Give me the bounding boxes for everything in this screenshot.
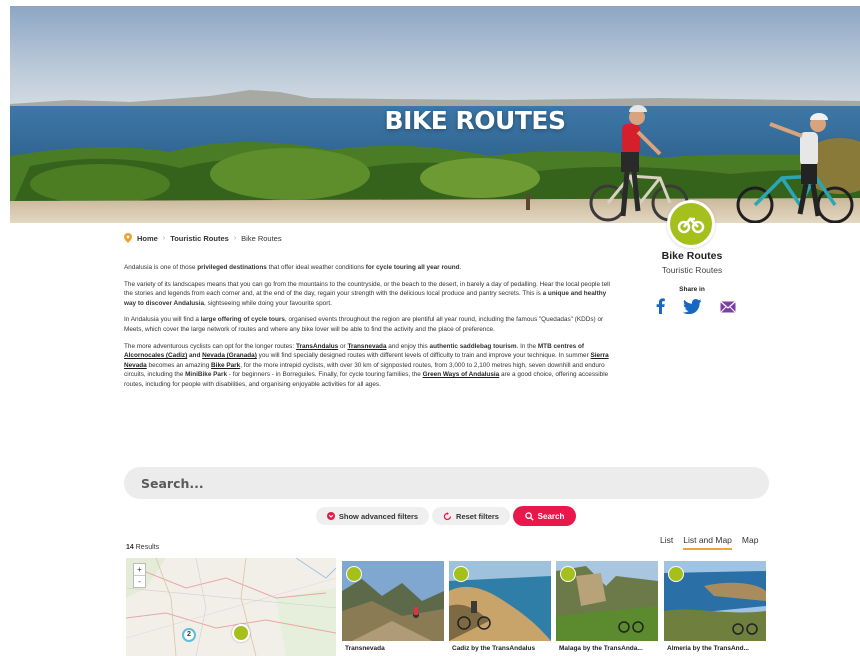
text: , sightseeing while doing your favourite… [204, 299, 332, 307]
map-cluster-marker[interactable]: 2 [182, 628, 196, 642]
chevron-right-icon: › [233, 234, 237, 242]
search-icon [524, 511, 534, 521]
link-transnevada[interactable]: Transnevada [347, 343, 386, 350]
results-count: 14 Results [126, 544, 159, 551]
twitter-icon[interactable] [682, 298, 702, 319]
link-alcornocales[interactable]: Alcornocales (Cadiz) [124, 352, 187, 359]
bold-text: MiniBike Park [185, 371, 228, 379]
text: Andalusia is one of those [124, 264, 198, 271]
paragraph: The more adventurous cyclists can opt fo… [124, 342, 610, 390]
route-badge-icon [668, 566, 684, 582]
page-title: BIKE ROUTES [384, 106, 566, 135]
map-route-marker[interactable] [232, 624, 250, 642]
route-card[interactable]: Cadiz by the TransAndalus [449, 561, 551, 656]
bold-text: and [187, 352, 203, 360]
link-bike-park[interactable]: Bike Park [211, 362, 240, 369]
route-card[interactable]: Transnevada [342, 561, 444, 656]
route-card-title: Almería by the TransAnd... [667, 645, 749, 652]
text: . In the [516, 342, 538, 350]
reset-filters-label: Reset filters [456, 511, 499, 521]
results-number: 14 [126, 544, 134, 551]
bold-text: MTB centres of [537, 342, 585, 350]
route-card-title: Transnevada [345, 645, 385, 652]
bold-text: authentic saddlebag tourism [429, 342, 517, 350]
article-body: Andalusia is one of those privileged des… [124, 263, 610, 397]
text: that offer ideal weather conditions [266, 264, 366, 271]
text: becomes an amazing [146, 361, 212, 369]
text: and enjoy this [386, 342, 430, 350]
text: The variety of its landscapes means that… [124, 280, 610, 298]
map-zoom-controls: + - [133, 563, 146, 588]
reset-icon [443, 511, 452, 520]
route-card[interactable]: Almería by the TransAnd... [664, 561, 766, 656]
chevron-right-icon: › [162, 234, 166, 242]
route-badge-icon [560, 566, 576, 582]
route-badge-icon [346, 566, 362, 582]
zoom-in-button[interactable]: + [134, 564, 145, 575]
tab-map[interactable]: Map [742, 535, 759, 550]
link-green-ways[interactable]: Green Ways of Andalusia [423, 371, 500, 378]
link-transandalus[interactable]: TransAndalus [296, 343, 338, 350]
link-nevada-granada[interactable]: Nevada (Granada) [202, 352, 257, 359]
location-pin-icon [124, 233, 132, 243]
bold-text: privileged destinations [197, 264, 267, 271]
results-label: Results [133, 544, 160, 551]
bike-route-icon [667, 200, 715, 248]
show-advanced-filters-button[interactable]: Show advanced filters [316, 507, 429, 525]
text: you will find specially designed routes … [256, 352, 591, 360]
paragraph: In Andalusia you will find a large offer… [124, 315, 610, 334]
text: - for beginners - in Borreguiles. Finall… [227, 371, 423, 379]
breadcrumb: Home › Touristic Routes › Bike Routes [124, 233, 282, 243]
chevron-down-circle-icon [326, 512, 335, 520]
breadcrumb-touristic-routes[interactable]: Touristic Routes [170, 234, 229, 243]
search-input[interactable] [124, 467, 769, 499]
sidebar-title: Bike Routes [661, 250, 723, 262]
paragraph: The variety of its landscapes means that… [124, 280, 610, 309]
paragraph: Andalusia is one of those privileged des… [124, 263, 610, 273]
hero-banner: BIKE ROUTES [10, 6, 860, 223]
share-buttons [656, 298, 736, 319]
sidebar-subtitle: Touristic Routes [661, 265, 723, 275]
text: . [459, 264, 462, 271]
route-card-title: Malaga by the TransAnda... [559, 645, 643, 652]
view-tabs: List List and Map Map [660, 535, 758, 550]
route-card[interactable]: Malaga by the TransAnda... [556, 561, 658, 656]
facebook-icon[interactable] [656, 298, 665, 319]
text: In Andalusia you will find a [124, 316, 201, 324]
bold-text: large offering of cycle tours [200, 316, 285, 324]
bold-text: for cycle touring all year round [365, 264, 460, 271]
reset-filters-button[interactable]: Reset filters [432, 507, 510, 525]
text: The more adventurous cyclists can opt fo… [124, 342, 296, 350]
show-advanced-filters-label: Show advanced filters [338, 511, 419, 521]
search-button[interactable]: Search [513, 506, 576, 526]
breadcrumb-current: Bike Routes [241, 233, 282, 243]
tab-list-and-map[interactable]: List and Map [683, 535, 732, 550]
email-icon[interactable] [720, 300, 736, 318]
route-badge-icon [453, 566, 469, 582]
search-button-label: Search [537, 511, 565, 521]
zoom-out-button[interactable]: - [134, 575, 145, 587]
results-map[interactable] [126, 558, 336, 656]
route-card-title: Cadiz by the TransAndalus [452, 645, 536, 652]
share-label: Share in [679, 286, 705, 293]
breadcrumb-home[interactable]: Home [137, 234, 158, 243]
tab-list[interactable]: List [660, 535, 673, 550]
